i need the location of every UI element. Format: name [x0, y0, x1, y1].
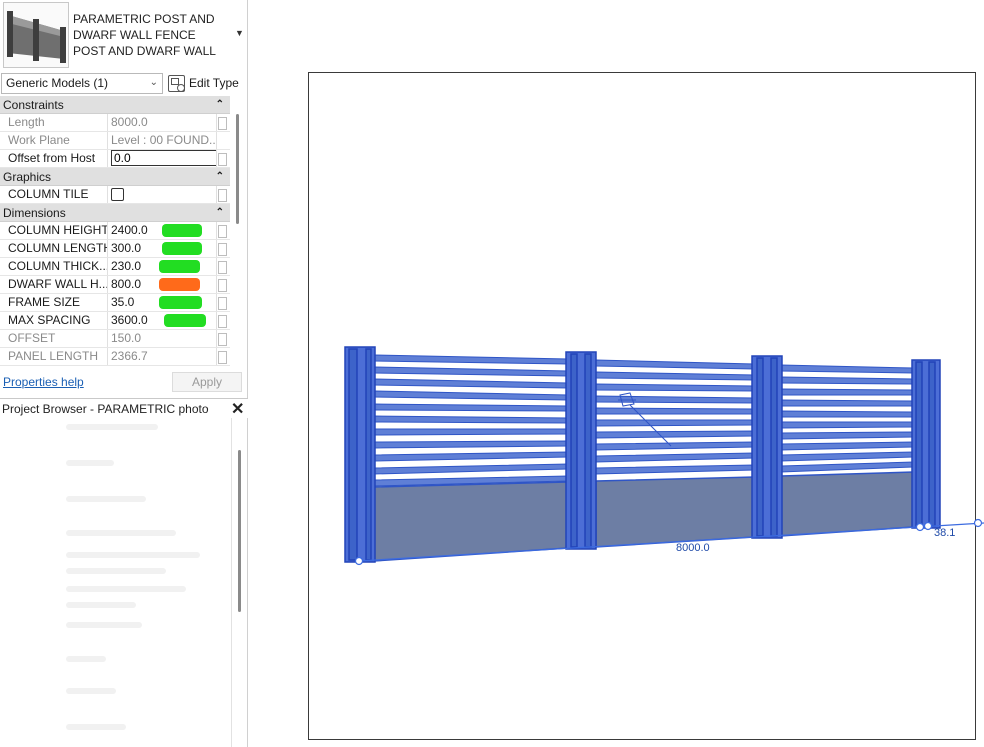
fence-slats	[595, 359, 755, 475]
fence-slats	[373, 354, 569, 487]
dwarf-wall-panel	[373, 481, 569, 562]
fence-slats	[780, 364, 914, 473]
length-dimension-label[interactable]: 8000.0	[676, 542, 710, 554]
dimension-grip	[915, 522, 925, 532]
fence-column	[344, 346, 376, 563]
fence-column	[751, 355, 783, 539]
dimension-grip	[354, 556, 364, 566]
dimension-grip	[973, 518, 983, 528]
dimension-grip	[923, 521, 933, 531]
fence-column	[911, 359, 941, 529]
dwarf-wall-panel	[780, 471, 914, 537]
dwarf-wall-panel	[595, 476, 755, 548]
fence-column	[565, 351, 597, 550]
side-dimension-label[interactable]: 38.1	[934, 527, 955, 539]
fence-3d-model[interactable]	[0, 0, 984, 747]
